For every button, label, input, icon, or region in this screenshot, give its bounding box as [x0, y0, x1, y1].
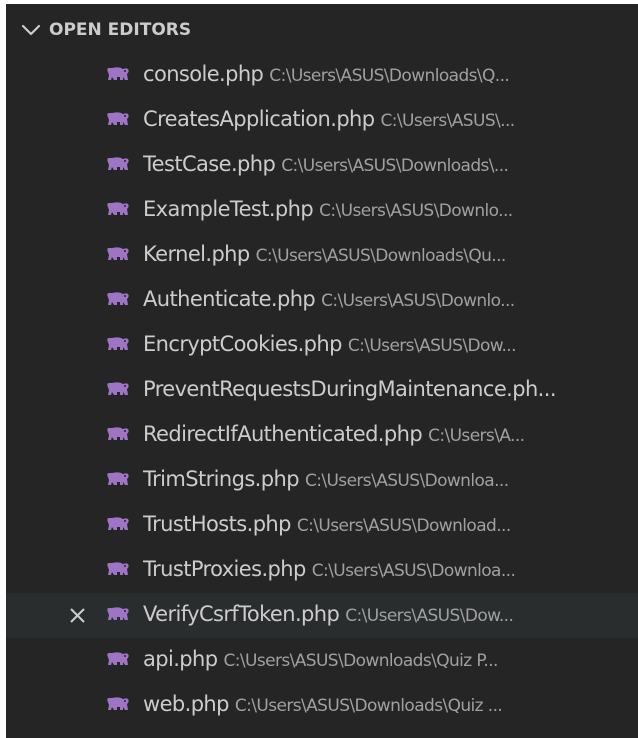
file-path: C:\Users\A... — [428, 426, 525, 446]
file-name: CreatesApplication.php — [143, 107, 375, 131]
editor-item-text: Kernel.php C:\Users\ASUS\Downloads\Qu... — [143, 242, 632, 270]
editor-item-text: RedirectIfAuthenticated.php C:\Users\A... — [143, 422, 632, 450]
file-name: TrustHosts.php — [143, 512, 291, 536]
open-editor-item-testcase-php[interactable]: TestCase.php C:\Users\ASUS\Downloads\... — [6, 143, 638, 188]
open-editor-item-console-php[interactable]: console.php C:\Users\ASUS\Downloads\Q... — [6, 53, 638, 98]
file-name: VerifyCsrfToken.php — [143, 602, 340, 626]
php-elephant-icon — [106, 381, 130, 398]
open-editor-item-trimstrings-php[interactable]: TrimStrings.php C:\Users\ASUS\Downloa... — [6, 458, 638, 503]
file-path: C:\Users\ASUS\Downloa... — [304, 471, 509, 491]
open-editor-item-redirectifauthenticated-php[interactable]: RedirectIfAuthenticated.php C:\Users\A... — [6, 413, 638, 458]
open-editor-item-api-php[interactable]: api.php C:\Users\ASUS\Downloads\Quiz P... — [6, 638, 638, 683]
php-elephant-icon — [106, 561, 130, 578]
file-path: C:\Users\ASUS\Dow... — [347, 336, 517, 356]
php-elephant-icon — [106, 606, 130, 623]
file-name: TrustProxies.php — [143, 557, 306, 581]
editor-item-text: api.php C:\Users\ASUS\Downloads\Quiz P... — [143, 647, 632, 675]
file-path: C:\Users\ASUS\Downloads\Qu... — [255, 246, 507, 266]
editor-item-text: Authenticate.php C:\Users\ASUS\Downlo... — [143, 287, 632, 315]
php-elephant-icon — [106, 471, 130, 488]
open-editors-header[interactable]: OPEN EDITORS — [6, 4, 638, 56]
open-editors-list: console.php C:\Users\ASUS\Downloads\Q... C… — [6, 53, 638, 728]
editor-item-text: EncryptCookies.php C:\Users\ASUS\Dow... — [143, 332, 632, 360]
php-elephant-icon — [106, 696, 130, 713]
open-editor-item-authenticate-php[interactable]: Authenticate.php C:\Users\ASUS\Downlo... — [6, 278, 638, 323]
editor-item-text: web.php C:\Users\ASUS\Downloads\Quiz ... — [143, 692, 632, 720]
editor-item-text: TrimStrings.php C:\Users\ASUS\Downloa... — [143, 467, 632, 495]
open-editor-item-preventrequestsduringmaintenance-ph[interactable]: PreventRequestsDuringMaintenance.ph... — [6, 368, 638, 413]
chevron-down-icon[interactable] — [20, 22, 42, 38]
editor-item-text: PreventRequestsDuringMaintenance.ph... — [143, 377, 632, 405]
php-elephant-icon — [106, 426, 130, 443]
section-title: OPEN EDITORS — [49, 20, 192, 40]
editor-item-text: TrustProxies.php C:\Users\ASUS\Downloa... — [143, 557, 632, 585]
php-elephant-icon — [106, 246, 130, 263]
editor-item-text: console.php C:\Users\ASUS\Downloads\Q... — [143, 62, 632, 90]
file-name: RedirectIfAuthenticated.php — [143, 422, 423, 446]
file-name: ExampleTest.php — [143, 197, 314, 221]
file-path: C:\Users\ASUS\Downloads\... — [281, 156, 509, 176]
file-name: EncryptCookies.php — [143, 332, 342, 356]
file-name: TestCase.php — [143, 152, 276, 176]
file-path: C:\Users\ASUS\Download... — [296, 516, 511, 536]
php-elephant-icon — [106, 651, 130, 668]
editor-item-text: ExampleTest.php C:\Users\ASUS\Downlo... — [143, 197, 632, 225]
file-path: C:\Users\ASUS\Downloa... — [311, 561, 516, 581]
php-elephant-icon — [106, 66, 130, 83]
open-editors-panel: OPEN EDITORS console.php C:\Users\ASUS\Do… — [6, 4, 638, 738]
file-path: C:\Users\ASUS\Downloads\Q... — [269, 66, 510, 86]
file-name: api.php — [143, 647, 218, 671]
file-path: C:\Users\ASUS\Dow... — [345, 606, 514, 626]
php-elephant-icon — [106, 156, 130, 173]
editor-item-text: TrustHosts.php C:\Users\ASUS\Download... — [143, 512, 632, 540]
php-elephant-icon — [106, 336, 130, 353]
file-path: C:\Users\ASUS\Downloads\Quiz ... — [234, 696, 503, 716]
file-name: TrimStrings.php — [143, 467, 300, 491]
file-name: console.php — [143, 62, 264, 86]
file-name: Authenticate.php — [143, 287, 316, 311]
php-elephant-icon — [106, 201, 130, 218]
file-path: C:\Users\ASUS\... — [380, 111, 516, 131]
editor-item-text: VerifyCsrfToken.php C:\Users\ASUS\Dow... — [143, 602, 632, 630]
php-elephant-icon — [106, 111, 130, 128]
open-editor-item-verifycsrftoken-php[interactable]: VerifyCsrfToken.php C:\Users\ASUS\Dow... — [6, 593, 638, 638]
file-path: C:\Users\ASUS\Downlo... — [321, 291, 515, 311]
open-editor-item-encryptcookies-php[interactable]: EncryptCookies.php C:\Users\ASUS\Dow... — [6, 323, 638, 368]
php-elephant-icon — [106, 291, 130, 308]
close-icon[interactable] — [69, 607, 86, 624]
open-editor-item-trustproxies-php[interactable]: TrustProxies.php C:\Users\ASUS\Downloa... — [6, 548, 638, 593]
file-path: C:\Users\ASUS\Downloads\Quiz P... — [223, 651, 498, 671]
open-editor-item-exampletest-php[interactable]: ExampleTest.php C:\Users\ASUS\Downlo... — [6, 188, 638, 233]
file-name: Kernel.php — [143, 242, 250, 266]
open-editor-item-trusthosts-php[interactable]: TrustHosts.php C:\Users\ASUS\Download... — [6, 503, 638, 548]
php-elephant-icon — [106, 516, 130, 533]
editor-item-text: CreatesApplication.php C:\Users\ASUS\... — [143, 107, 632, 135]
file-name: web.php — [143, 692, 229, 716]
open-editor-item-kernel-php[interactable]: Kernel.php C:\Users\ASUS\Downloads\Qu... — [6, 233, 638, 278]
file-path: C:\Users\ASUS\Downlo... — [319, 201, 513, 221]
open-editor-item-web-php[interactable]: web.php C:\Users\ASUS\Downloads\Quiz ... — [6, 683, 638, 728]
editor-item-text: TestCase.php C:\Users\ASUS\Downloads\... — [143, 152, 632, 180]
open-editor-item-createsapplication-php[interactable]: CreatesApplication.php C:\Users\ASUS\... — [6, 98, 638, 143]
file-name: PreventRequestsDuringMaintenance.ph... — [143, 377, 556, 401]
